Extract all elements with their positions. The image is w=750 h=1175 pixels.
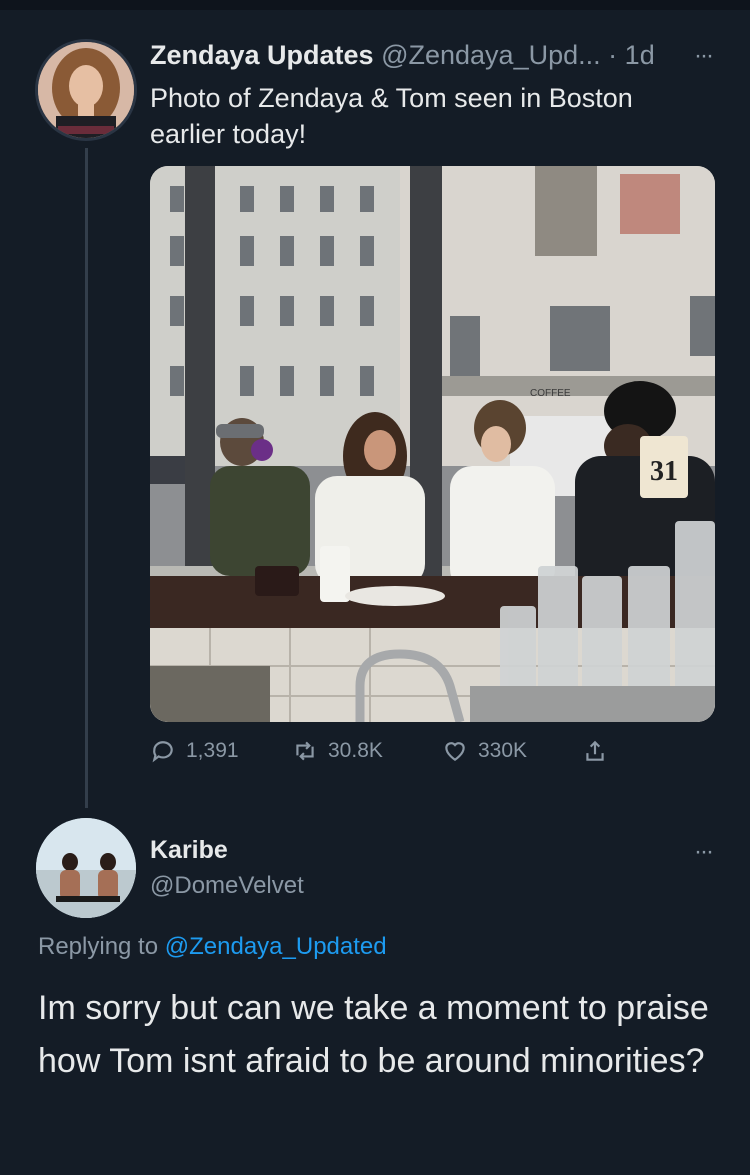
avatar-image	[36, 818, 136, 918]
heart-icon	[445, 742, 465, 761]
avatar-image	[38, 42, 134, 138]
reply-text: Im sorry but can we take a moment to pra…	[38, 989, 709, 1080]
table-number: 31	[650, 456, 678, 487]
reply-author-avatar[interactable]	[36, 818, 136, 918]
author-avatar[interactable]	[38, 42, 134, 138]
photo-image: COFFEE 31	[150, 166, 715, 722]
top-divider	[0, 0, 750, 10]
separator: ·	[608, 40, 618, 70]
reply-count: 1,391	[186, 739, 239, 762]
retweet-icon	[296, 741, 314, 761]
retweet-action[interactable]: 30.8K	[292, 738, 383, 764]
author-handle[interactable]: @Zendaya_Upd...	[381, 40, 601, 70]
tweet-photo[interactable]: COFFEE 31	[150, 166, 715, 722]
storefront-sign: COFFEE	[530, 388, 571, 399]
tweet-text: Photo of Zendaya & Tom seen in Boston ea…	[150, 83, 633, 149]
like-action[interactable]: 330K	[442, 738, 527, 764]
replying-prefix: Replying to	[38, 933, 159, 960]
tweet-actions: 1,391 30.8K 330K	[150, 730, 710, 780]
share-action[interactable]	[582, 738, 608, 764]
tweet-time[interactable]: 1d	[625, 40, 655, 70]
tweet-header: Zendaya Updates @Zendaya_Upd... · 1d	[150, 40, 720, 74]
reply-author-name[interactable]: Karibe	[150, 836, 228, 865]
more-options-icon[interactable]: ···	[694, 838, 714, 866]
like-count: 330K	[478, 739, 528, 762]
replying-to-mention[interactable]: @Zendaya_Updated	[165, 933, 387, 960]
share-icon	[586, 740, 604, 761]
more-options-icon[interactable]: ···	[694, 42, 714, 70]
reply-action[interactable]: 1,391	[150, 738, 239, 764]
reply-author-handle[interactable]: @DomeVelvet	[150, 872, 304, 900]
replying-to-line: Replying to @Zendaya_Updated	[38, 933, 387, 961]
thread-line	[85, 148, 88, 808]
author-name[interactable]: Zendaya Updates	[150, 40, 374, 70]
retweet-count: 30.8K	[328, 739, 383, 762]
reply-icon	[152, 741, 173, 763]
